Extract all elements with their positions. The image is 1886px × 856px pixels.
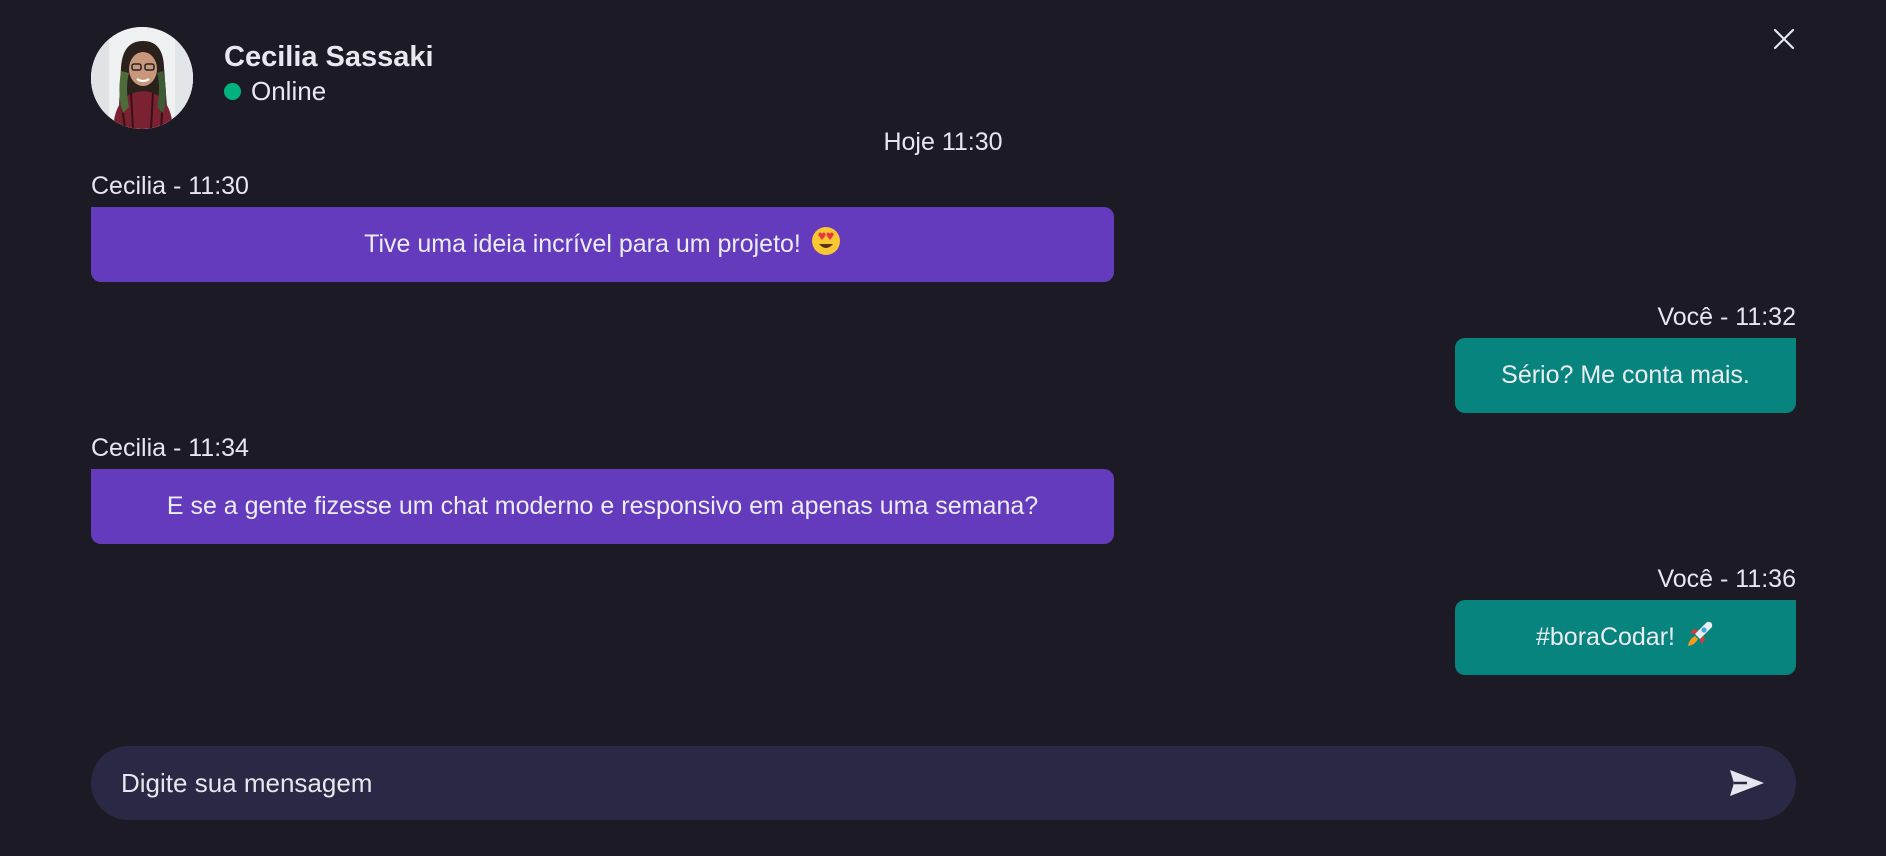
- message-outgoing: Você - 11:36 #boraCodar!: [1455, 563, 1796, 675]
- contact-status: Online: [224, 75, 434, 107]
- message-text: #boraCodar!: [1536, 623, 1675, 651]
- message-incoming: Cecilia - 11:34 E se a gente fizesse um …: [91, 432, 1114, 544]
- message-meta: Você - 11:32: [1657, 303, 1796, 331]
- contact-info: Cecilia Sassaki Online: [224, 39, 434, 107]
- rocket-emoji-icon: [1685, 619, 1715, 656]
- heart-eyes-emoji-icon: [811, 226, 841, 263]
- date-label: Hoje 11:30: [883, 128, 1003, 156]
- message-bubble: Tive uma ideia incrível para um projeto!: [91, 207, 1114, 282]
- send-icon: [1730, 770, 1764, 796]
- status-label: Online: [251, 76, 327, 106]
- close-icon: [1773, 28, 1795, 50]
- message-composer: [91, 746, 1796, 820]
- avatar-photo: [91, 27, 193, 129]
- message-text: Tive uma ideia incrível para um projeto!: [364, 230, 801, 258]
- message-bubble: E se a gente fizesse um chat moderno e r…: [91, 469, 1114, 544]
- message-input[interactable]: [91, 766, 1727, 800]
- message-incoming: Cecilia - 11:30 Tive uma ideia incrível …: [91, 170, 1114, 282]
- contact-name: Cecilia Sassaki: [224, 41, 434, 73]
- online-status-dot: [224, 82, 241, 100]
- message-meta: Cecilia - 11:34: [91, 434, 249, 462]
- message-bubble: #boraCodar!: [1455, 600, 1796, 675]
- close-button[interactable]: [1772, 27, 1796, 51]
- message-meta: Cecilia - 11:30: [91, 172, 249, 200]
- date-divider: Hoje 11:30: [0, 128, 1886, 157]
- chat-header: Cecilia Sassaki Online: [91, 27, 434, 129]
- message-text: E se a gente fizesse um chat moderno e r…: [166, 492, 1039, 520]
- message-text: Sério? Me conta mais.: [1501, 361, 1750, 389]
- send-button[interactable]: [1727, 767, 1767, 799]
- avatar[interactable]: [91, 27, 193, 129]
- message-meta: Você - 11:36: [1657, 565, 1796, 593]
- message-bubble: Sério? Me conta mais.: [1455, 338, 1796, 413]
- message-outgoing: Você - 11:32 Sério? Me conta mais.: [1455, 301, 1796, 413]
